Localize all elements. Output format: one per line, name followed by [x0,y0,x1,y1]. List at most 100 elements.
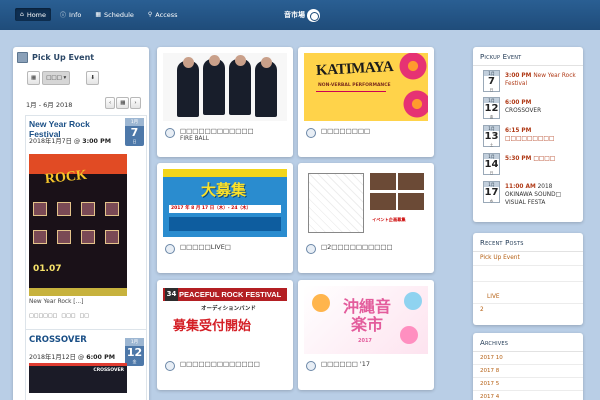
event-tile[interactable]: イベント企画募集 □2□□□□□□□□□□ [298,163,434,273]
pickup-item-title[interactable]: □□□□□□□□□ [505,136,554,142]
pickup-sidebar-item[interactable]: 1月 7 日 3:00 PM New Year Rock Festival [483,70,579,92]
event-tile[interactable]: 大募集 2017 年 8 月 17 日（木）- 24（木） □□□□□LIVE□ [157,163,293,273]
event-time: 2018年1月12日 @ 6:00 PM [29,352,115,361]
recent-post-link[interactable]: Pick Up Event [480,255,520,261]
calendar-badge: 1月 12 金 [483,97,500,119]
tile-caption[interactable]: □□□□□LIVE□ [180,243,231,251]
category-icon [165,128,175,138]
download-button[interactable]: ⬇ [86,71,99,85]
nav-home[interactable]: ⌂ Home [15,8,52,21]
date-range-label: 1月 - 6月 2018 [26,101,73,109]
tile-image[interactable]: PEACEFUL ROCK FESTIVAL 2017 34 オーディションバン… [163,286,287,354]
event-tag[interactable]: □□□ [61,313,75,319]
event-tile[interactable]: KATIMAYA NON-VERBAL PERFORMANCE □□□□□□□□ [298,47,434,157]
tile-image-title: 大募集 [201,181,247,199]
venue-photo [370,173,396,190]
event-card[interactable]: CROSSOVER 1月 12 金 2018年1月12日 @ 6:00 PM C… [25,329,147,400]
tile-caption[interactable]: □□□□□□□□□□□□□ [180,360,260,368]
prev-range-button[interactable]: ‹ [105,97,116,109]
event-poster-image[interactable]: ROCK 01.07 [29,154,127,296]
event-time-prefix: 2018年1月12日 @ [29,354,85,361]
band-photo [57,230,71,244]
pickup-item-title[interactable]: CROSSOVER [505,108,541,114]
calendar-badge: 1月 17 水 [483,181,500,203]
tile-caption[interactable]: □□□□□□□□□□□□ [180,127,254,135]
tile-image[interactable]: イベント企画募集 [304,169,428,237]
event-tag[interactable]: □□□□□□ [29,313,57,319]
nav-access[interactable]: ⚲ Access [143,8,183,21]
pickup-item-info: 6:00 PM CROSSOVER [505,99,579,115]
event-date-badge: 1月 7 日 [125,118,144,146]
calendar-badge: 1月 7 日 [483,70,500,92]
tile-caption[interactable]: □□□□□□ '17 [321,360,370,368]
nav-schedule-label: Schedule [104,10,134,19]
artist-figure [177,61,199,117]
home-icon: ⌂ [20,11,24,18]
pickup-sidebar-widget: Pickup Event 1月 7 日 3:00 PM New Year Roc… [472,47,585,222]
pickup-item-time: 3:00 PM [505,73,532,79]
archives-title: Archives [472,339,584,352]
archive-link[interactable]: 2017 10 [480,355,503,361]
event-time-value: 3:00 PM [82,138,111,145]
pickup-item-info: 5:30 PM □□□□ [505,155,579,163]
site-logo[interactable]: 音市場 [284,6,320,24]
post-divider [473,303,583,304]
event-title[interactable]: CROSSOVER [29,335,87,345]
tile-caption[interactable]: □2□□□□□□□□□□ [321,243,393,251]
event-time-value: 6:00 PM [86,354,115,361]
top-nav-bar: ⌂ Home ⓘ Info ▦ Schedule ⚲ Access 音市場 [0,0,600,30]
tile-image[interactable] [163,53,287,121]
nav-info[interactable]: ⓘ Info [55,8,86,21]
event-tile[interactable]: PEACEFUL ROCK FESTIVAL 2017 34 オーディションバン… [157,280,293,390]
pickup-panel-icon [17,51,28,63]
event-tag[interactable]: □□ [80,313,89,319]
calendar-picker-button[interactable]: ▦ [116,97,130,109]
pickup-sidebar-item[interactable]: 1月 14 日 5:30 PM □□□□ [483,153,579,175]
tile-image[interactable]: KATIMAYA NON-VERBAL PERFORMANCE [304,53,428,121]
pickup-sidebar-item[interactable]: 1月 12 金 6:00 PM CROSSOVER [483,97,579,119]
tile-image-number: 34 [165,288,178,301]
event-date-badge: 1月 12 金 [125,338,144,366]
tile-image-subtitle: NON-VERBAL PERFORMANCE [318,83,391,88]
archive-divider [473,377,583,378]
band-photo [105,202,119,216]
archive-link[interactable]: 2017 4 [480,394,499,400]
logo-text: 音市場 [284,10,305,19]
tile-image[interactable]: 大募集 2017 年 8 月 17 日（木）- 24（木） [163,169,287,237]
poster-date: 01.07 [33,264,62,274]
pickup-panel-header: Pick Up Event [13,47,149,67]
pickup-sidebar-item[interactable]: 1月 13 土 6:15 PM □□□□□□□□□ [483,125,579,147]
event-card[interactable]: New Year Rock Festival 1月 7 日 2018年1月7日 … [25,115,147,333]
category-icon [306,244,316,254]
tile-caption[interactable]: □□□□□□□□ [321,127,370,135]
event-tile[interactable]: □□□□□□□□□□□□ FIRE BALL [157,47,293,157]
event-weekday: 金 [132,359,137,364]
tile-image-title: KATIMAYA [315,58,394,80]
list-view-dropdown[interactable]: □□□ ▾ [42,71,71,85]
tile-image[interactable]: 沖縄音楽市 2017 [304,286,428,354]
badge-day: 12 [484,103,499,114]
pickup-panel-title: Pick Up Event [32,52,95,62]
archive-link[interactable]: 2017 5 [480,381,499,387]
nav-schedule[interactable]: ▦ Schedule [90,8,139,21]
grid-view-button[interactable]: ▦ [27,71,41,85]
pickup-item-title[interactable]: □□□□ [533,156,555,162]
pickup-sidebar-item[interactable]: 1月 17 水 11:00 AM 2018 OKINAWA SOUND□ VIS… [483,181,579,206]
event-poster-image[interactable]: CROSSOVER [29,363,127,393]
badge-day: 17 [484,187,499,198]
event-tags: □□□□□□ □□□ □□ [29,313,89,319]
artist-head [261,57,272,68]
recent-post-link[interactable]: 2 [480,307,484,313]
recent-post-link[interactable]: LIVE [487,294,500,300]
event-tile[interactable]: 沖縄音楽市 2017 □□□□□□ '17 [298,280,434,390]
post-divider [473,265,583,266]
venue-photo [398,193,424,210]
next-range-button[interactable]: › [130,97,141,109]
tile-image-title: 募集受付開始 [173,319,252,334]
venue-photo [370,193,396,210]
artist-head [183,57,194,68]
archive-link[interactable]: 2017 8 [480,368,499,374]
event-month: 1月 [125,118,144,126]
badge-day: 13 [484,131,499,142]
poster-top-bar [29,363,127,366]
